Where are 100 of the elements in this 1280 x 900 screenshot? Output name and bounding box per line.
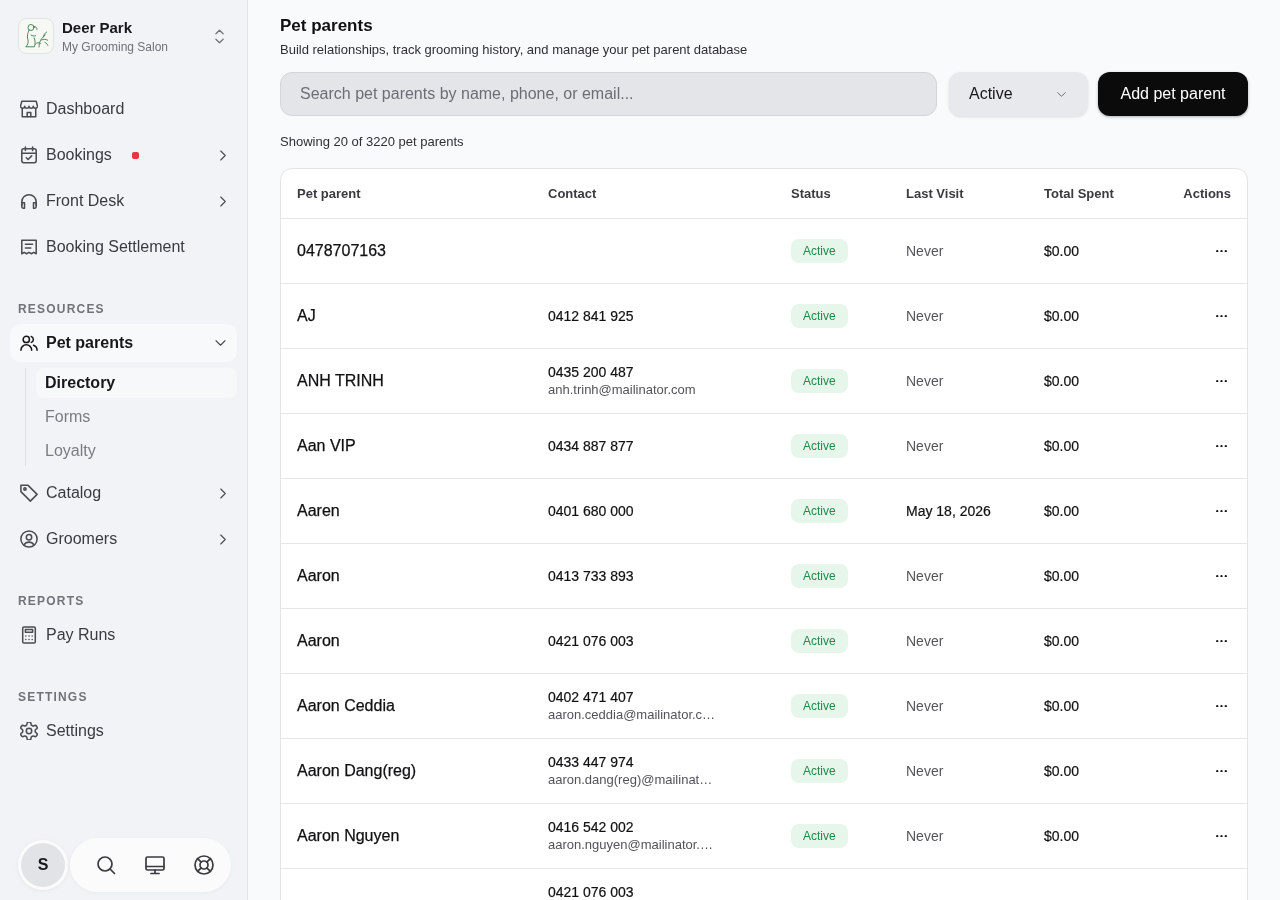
org-subtitle: My Grooming Salon [62, 38, 170, 55]
more-icon [1216, 769, 1227, 773]
status-badge: Active [791, 499, 848, 523]
total-spent: $0.00 [1044, 697, 1081, 715]
nav-subitem[interactable]: Directory [36, 368, 237, 398]
email-address: aaron.dang(reg)@mailinat… [548, 771, 714, 789]
phone-number: 0421 076 003 [548, 632, 635, 650]
more-icon [1216, 314, 1227, 318]
section-heading: SETTINGS [17, 690, 89, 704]
email-address: anh.trinh@mailinator.com [548, 381, 697, 399]
nav-item[interactable]: Bookings [10, 136, 237, 174]
column-header: Total Spent [1043, 186, 1115, 201]
search-button[interactable] [96, 855, 116, 875]
last-visit: Never [906, 307, 945, 325]
chevron-up-down-icon[interactable] [215, 28, 224, 44]
pet-parent-name: Aaren [297, 501, 341, 521]
more-icon [1216, 639, 1227, 643]
org-name: Deer Park [62, 17, 134, 37]
add-pet-parent-button[interactable]: Add pet parent [1098, 72, 1248, 116]
section-heading: REPORTS [17, 594, 86, 608]
last-visit: Never [906, 242, 945, 260]
more-icon [1216, 249, 1227, 253]
status-badge: Active [791, 629, 848, 653]
pet-parent-name: 0478707163 [297, 241, 387, 261]
nav-item[interactable]: Groomers [10, 520, 237, 558]
email-address: aaron.ceddia@mailinator.c… [548, 706, 717, 724]
last-visit: Never [906, 762, 945, 780]
search-icon [96, 855, 116, 875]
nav-item[interactable]: Booking Settlement [10, 228, 237, 266]
column-header: Contact [547, 186, 598, 201]
status-badge: Active [791, 434, 848, 458]
monitor-icon [145, 855, 165, 875]
display-button[interactable] [145, 855, 165, 875]
last-visit: Never [906, 697, 945, 715]
calendar-check-icon [20, 146, 38, 164]
column-header: Status [790, 186, 832, 201]
more-icon [1216, 444, 1227, 448]
nav-subitem[interactable]: Forms [36, 402, 237, 432]
headphones-icon [20, 192, 38, 210]
pet-parent-name: Aaron [297, 566, 341, 586]
user-circle-icon [20, 530, 38, 548]
total-spent: $0.00 [1044, 242, 1081, 260]
help-button[interactable] [194, 855, 214, 875]
more-icon [1216, 704, 1227, 708]
total-spent: $0.00 [1044, 307, 1081, 325]
page-title: Pet parents [280, 15, 374, 37]
phone-number: 0402 471 407 [548, 688, 635, 706]
total-spent: $0.00 [1044, 567, 1081, 585]
nav-item[interactable]: Catalog [10, 474, 237, 512]
nav-item[interactable]: Pay Runs [10, 616, 237, 654]
page-subtitle: Build relationships, track grooming history, and manage your pet parent database [280, 41, 749, 59]
nav-item[interactable]: Settings [10, 712, 237, 750]
last-visit: Never [906, 437, 945, 455]
tag-icon [20, 484, 38, 502]
pet-parent-name: Aaron Dang(reg) [297, 761, 418, 781]
receipt-icon [20, 238, 38, 256]
search-field[interactable]: Search pet parents by name, phone, or email... [280, 72, 937, 116]
status-badge: Active [791, 759, 848, 783]
more-icon [1216, 834, 1227, 838]
status-filter-dropdown[interactable]: Active [949, 72, 1088, 116]
phone-number: 0421 076 003 [548, 883, 635, 900]
phone-number: 0435 200 487 [548, 363, 635, 381]
nav-item[interactable]: Front Desk [10, 182, 237, 220]
total-spent: $0.00 [1044, 502, 1081, 520]
last-visit: May 18, 2026 [906, 502, 992, 520]
status-badge: Active [791, 239, 848, 263]
phone-number: 0401 680 000 [548, 502, 635, 520]
column-header: Actions [1182, 186, 1232, 201]
nav-item[interactable]: Dashboard [10, 90, 237, 128]
pet-parent-name: AJ [297, 306, 317, 326]
total-spent: $0.00 [1044, 762, 1081, 780]
total-spent: $0.00 [1044, 437, 1081, 455]
status-badge: Active [791, 694, 848, 718]
users-icon [20, 334, 38, 352]
calculator-icon [20, 626, 38, 644]
last-visit: Never [906, 632, 945, 650]
nav-subitem[interactable]: Loyalty [36, 436, 237, 466]
lifebuoy-icon [194, 855, 214, 875]
email-address: aaron.nguyen@mailinator.… [548, 836, 714, 854]
user-avatar[interactable]: S [21, 843, 65, 887]
more-icon [1216, 379, 1227, 383]
total-spent: $0.00 [1044, 632, 1081, 650]
chevron-down-icon [1057, 91, 1066, 97]
phone-number: 0416 542 002 [548, 818, 635, 836]
last-visit: Never [906, 567, 945, 585]
total-spent: $0.00 [1044, 372, 1081, 390]
pet-parent-name: Aan VIP [297, 436, 357, 456]
phone-number: 0434 887 877 [548, 437, 635, 455]
status-badge: Active [791, 564, 848, 588]
nav-item[interactable]: Pet parents [10, 324, 237, 362]
section-heading: RESOURCES [17, 302, 106, 316]
pet-parent-name: ANH TRINH [297, 371, 385, 391]
pet-parent-name: Aaron [297, 631, 341, 651]
total-spent: $0.00 [1044, 827, 1081, 845]
status-badge: Active [791, 824, 848, 848]
more-icon [1216, 509, 1227, 513]
settings-icon [20, 722, 38, 740]
last-visit: Never [906, 827, 945, 845]
column-header: Last Visit [905, 186, 965, 201]
status-badge: Active [791, 304, 848, 328]
